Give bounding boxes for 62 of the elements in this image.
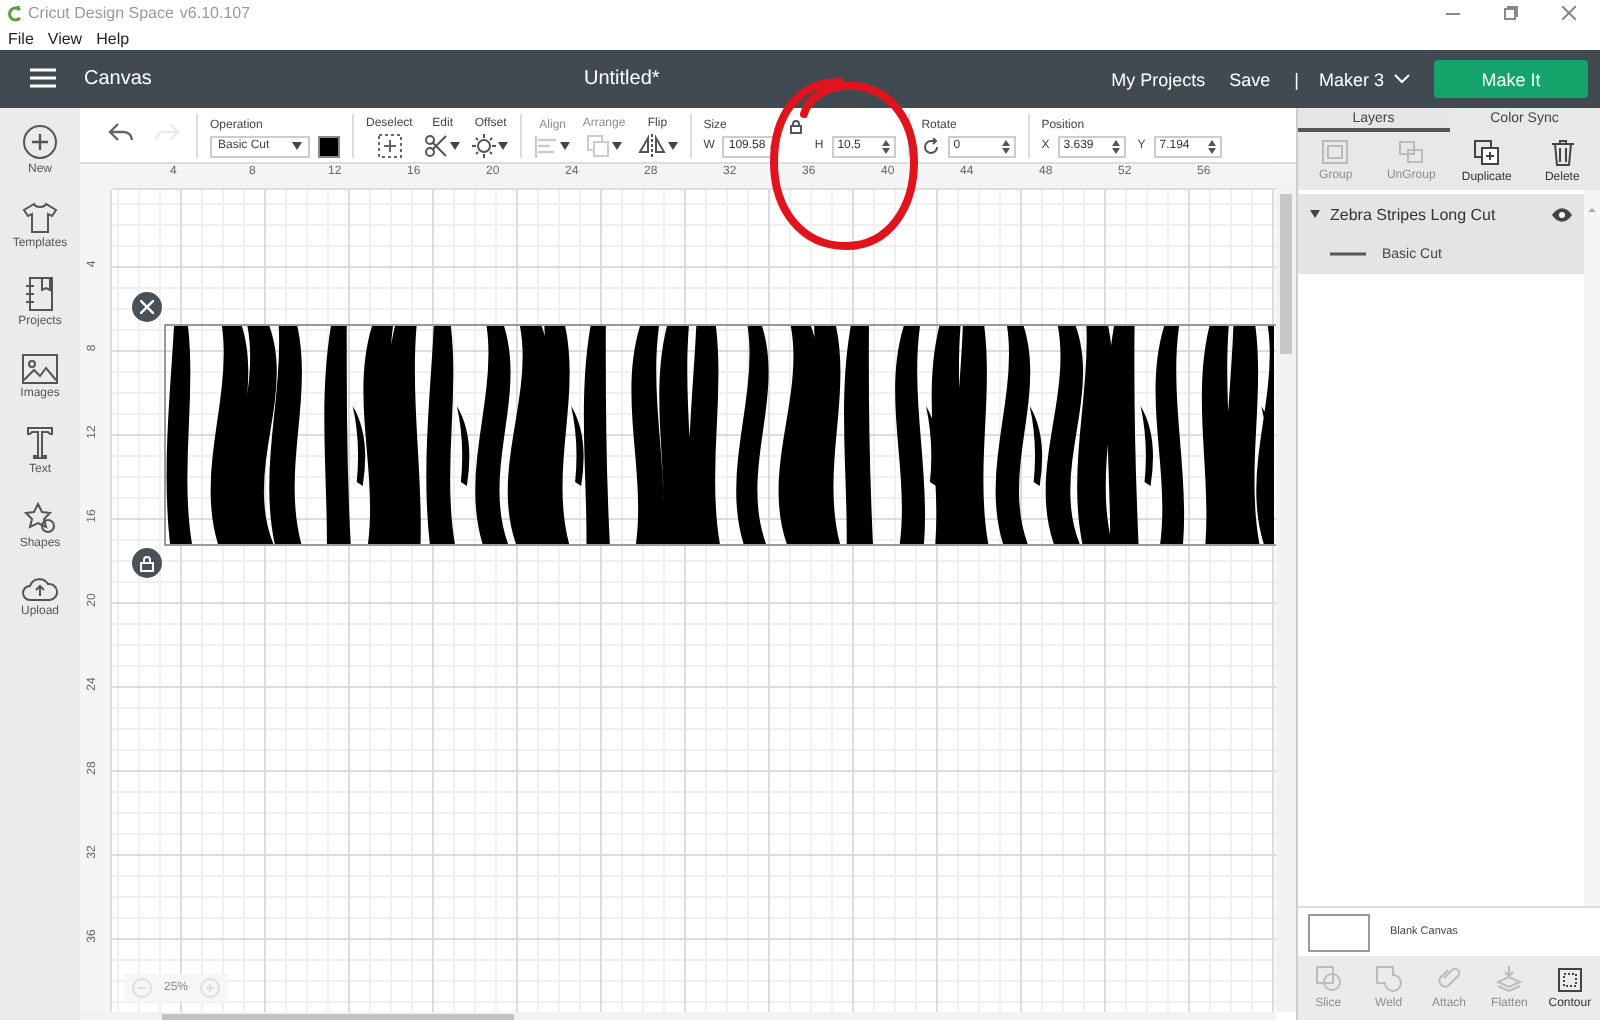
undo-icon: [108, 122, 134, 144]
app-logo-icon: [8, 5, 22, 21]
rotate-icon: [921, 137, 940, 155]
header-link[interactable]: My Projects: [1111, 69, 1206, 89]
caret-icon: [292, 142, 302, 150]
stacked-squares-icon: [586, 133, 611, 157]
menu-item[interactable]: View: [47, 29, 83, 47]
menu-item[interactable]: Help: [96, 29, 130, 47]
zoom-out-icon: [132, 978, 152, 998]
lock-icon: [140, 555, 154, 571]
spinner-arrows-icon: [1111, 139, 1120, 153]
overlapping-squares-icon: [1398, 140, 1425, 164]
flip-icon: [637, 133, 666, 157]
line-icon: [1330, 252, 1366, 256]
shirt-icon: [21, 202, 58, 234]
separator: |: [1294, 69, 1299, 89]
weld-icon: [1375, 966, 1402, 992]
lock-button[interactable]: [132, 548, 162, 578]
image-icon: [22, 354, 58, 384]
page-title: Canvas: [84, 68, 154, 90]
spinner-arrows-icon: [1207, 139, 1216, 153]
layers-down-icon: [1496, 966, 1523, 992]
close-selection-button[interactable]: [132, 292, 162, 322]
letter-t-icon: [26, 426, 54, 460]
window-title: Cricut Design Space: [28, 4, 174, 22]
scroll-up-icon: [1584, 204, 1600, 216]
canvas-thumbnail[interactable]: [1308, 913, 1370, 951]
caret-icon: [612, 141, 623, 149]
scrollbar-thumb[interactable]: [1280, 194, 1292, 354]
document-title: Untitled*: [584, 68, 662, 90]
spinner-arrows-icon: [1001, 139, 1010, 153]
caret-icon: [498, 141, 509, 149]
version-label: v6.10.107: [179, 4, 251, 22]
machine-selector[interactable]: Maker 3: [1318, 69, 1410, 89]
close-icon: [1562, 6, 1576, 20]
grouped-squares-icon: [1322, 140, 1349, 164]
header-link[interactable]: Save: [1229, 69, 1271, 89]
chevron-down-icon: [1394, 74, 1410, 84]
dotted-square-icon: [1557, 967, 1582, 991]
dashed-square-icon: [377, 133, 402, 157]
plus-circle-icon: [22, 124, 58, 160]
color-swatch[interactable]: [318, 135, 340, 157]
caret-icon: [560, 142, 571, 150]
caret-icon: [667, 141, 678, 149]
restore-icon: [1504, 6, 1518, 20]
caret-icon: [450, 141, 461, 149]
layer-name: Zebra Stripes Long Cut: [1330, 205, 1498, 223]
close-icon: [140, 300, 154, 314]
paperclip-icon: [1437, 966, 1461, 992]
align-left-icon: [534, 135, 559, 157]
cloud-upload-icon: [21, 576, 58, 602]
notebook-icon: [26, 276, 54, 312]
zoom-in-icon: [200, 978, 221, 998]
shapes-icon: [23, 502, 56, 534]
menu-item[interactable]: File: [8, 29, 34, 47]
scissors-pen-icon: [424, 133, 449, 157]
menu-icon: [30, 68, 56, 88]
sun-outline-icon: [472, 133, 497, 157]
slice-icon: [1315, 966, 1342, 992]
spinner-arrows-icon: [881, 139, 890, 153]
trash-icon: [1551, 139, 1574, 165]
duplicate-icon: [1473, 139, 1500, 165]
